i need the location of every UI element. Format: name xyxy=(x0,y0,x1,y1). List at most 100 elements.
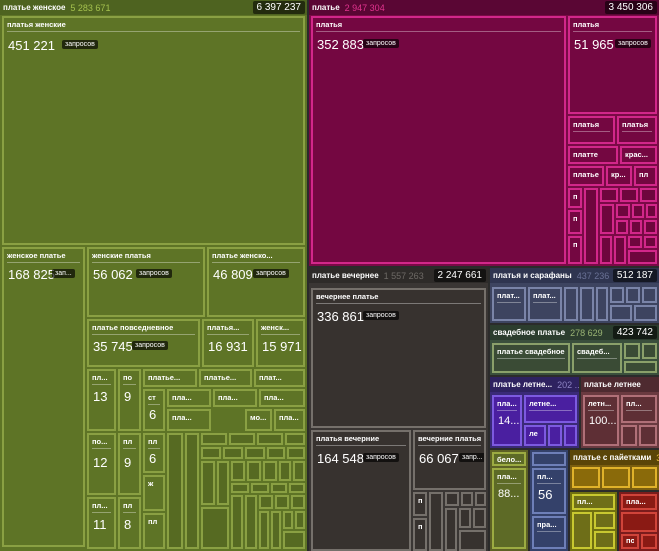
tile-cell[interactable] xyxy=(564,425,577,446)
tile-cell[interactable] xyxy=(459,508,471,528)
tile-cell[interactable] xyxy=(271,483,287,493)
tile-small[interactable]: летне... xyxy=(524,395,577,423)
tile-cell[interactable] xyxy=(620,188,638,202)
tile-small[interactable]: плат... xyxy=(492,287,526,321)
tile-small[interactable]: платье xyxy=(568,166,604,186)
tile-cell[interactable] xyxy=(275,495,289,509)
tile-cell[interactable] xyxy=(602,467,630,488)
tile-small[interactable]: платье... xyxy=(199,369,252,387)
tile-zhensk[interactable]: женск... 15 971 xyxy=(256,319,305,367)
tile-cell[interactable] xyxy=(642,287,657,303)
tile-cell[interactable] xyxy=(628,236,642,248)
tile-small[interactable]: по... 12 xyxy=(87,433,116,495)
tile-vechernie-platia[interactable]: вечерние платья 66 067 запр... xyxy=(413,430,486,490)
tile-platia-zhenskie[interactable]: платья женские 451 221 запросов xyxy=(2,16,305,245)
tile-small[interactable]: п xyxy=(568,210,582,234)
tile-cell[interactable] xyxy=(473,508,486,528)
tile-cell[interactable] xyxy=(572,467,600,488)
tile-small[interactable]: крас... xyxy=(620,146,657,164)
tile-cell[interactable] xyxy=(616,220,628,234)
tile-cell[interactable] xyxy=(257,433,283,445)
tile-cell[interactable] xyxy=(231,495,243,549)
tile-cell[interactable] xyxy=(459,530,486,551)
tile-cell[interactable] xyxy=(185,433,199,549)
tile-cell[interactable] xyxy=(632,204,644,218)
tile-cell[interactable] xyxy=(626,287,640,303)
tile-small[interactable]: ж xyxy=(143,475,165,511)
tile-cell[interactable] xyxy=(624,343,640,359)
tile-cell[interactable] xyxy=(445,508,457,551)
tile-small[interactable]: пл... xyxy=(572,494,615,510)
tile-cell[interactable] xyxy=(231,461,245,481)
tile-cell[interactable] xyxy=(639,425,657,446)
tile-small[interactable]: платте xyxy=(568,146,618,164)
tile-small[interactable]: по xyxy=(621,534,639,549)
tile-small[interactable]: п xyxy=(413,492,427,516)
tile-cell[interactable] xyxy=(279,461,291,481)
tile-cell[interactable] xyxy=(283,511,293,529)
tile-cell[interactable] xyxy=(229,433,255,445)
group-platie-zhenskoe[interactable]: платье женское 5 283 671 6 397 237 плать… xyxy=(0,0,307,551)
tile-cell[interactable] xyxy=(628,250,657,264)
tile-zhenskoe-platie[interactable]: женское платье 168 825 зап... xyxy=(2,247,85,547)
tile-zhenskie-platia[interactable]: женские платья 56 062 запросов xyxy=(87,247,205,317)
tile-cell[interactable] xyxy=(445,492,459,506)
tile-small[interactable]: плат... xyxy=(528,287,562,321)
tile-platie-svadebnoe[interactable]: платье свадебное xyxy=(492,343,570,373)
tile-small[interactable]: пла... 88... xyxy=(492,468,526,549)
tile-small[interactable]: п xyxy=(568,188,582,208)
tile-cell[interactable] xyxy=(644,220,657,234)
tile-cell[interactable] xyxy=(610,287,624,303)
tile-small[interactable]: платья xyxy=(568,116,615,144)
tile-cell[interactable] xyxy=(580,287,594,321)
tile-cell[interactable] xyxy=(564,287,578,321)
tile-small[interactable]: плат... xyxy=(254,369,305,387)
tile-cell[interactable] xyxy=(641,534,657,549)
tile-cell[interactable] xyxy=(572,512,592,549)
tile-platia-small[interactable]: платья... 16 931 xyxy=(202,319,254,367)
group-svadebnoe-platie[interactable]: свадебное платье 278 629 423 742 платье … xyxy=(490,325,659,375)
tile-cell[interactable] xyxy=(429,492,443,551)
tile-small[interactable]: пла... xyxy=(259,389,305,407)
tile-small[interactable]: пла... xyxy=(213,389,257,407)
tile-cell[interactable] xyxy=(614,236,626,264)
tile-cell[interactable] xyxy=(223,447,243,459)
tile-small[interactable]: пла... 14... xyxy=(492,395,522,446)
tile-small[interactable]: пла... xyxy=(621,494,657,510)
group-platie[interactable]: платье 2 947 304 3 450 306 платья 352 88… xyxy=(309,0,659,266)
tile-small[interactable]: пра... xyxy=(532,516,566,549)
tile-cell[interactable] xyxy=(532,452,566,466)
tile-cell[interactable] xyxy=(616,204,630,218)
tile-small[interactable]: пл 6 xyxy=(143,433,165,473)
tile-small[interactable]: кр... xyxy=(606,166,632,186)
tile-cell[interactable] xyxy=(295,511,305,529)
tile-small[interactable]: ле xyxy=(524,425,546,446)
tile-small[interactable]: пл... xyxy=(621,395,657,423)
tile-small[interactable]: летн... 100... xyxy=(583,395,619,446)
tile-cell[interactable] xyxy=(594,512,615,529)
tile-platia-2[interactable]: платья 51 965 запросов xyxy=(568,16,657,114)
tile-cell[interactable] xyxy=(167,433,183,549)
tile-small[interactable]: п xyxy=(568,236,582,264)
tile-cell[interactable] xyxy=(231,483,249,493)
tile-cell[interactable] xyxy=(217,461,229,505)
tile-cell[interactable] xyxy=(630,220,642,234)
group-red[interactable]: пла... по xyxy=(619,492,659,551)
tile-small[interactable]: пл 9 xyxy=(118,433,141,495)
tile-small[interactable]: п xyxy=(413,518,427,551)
tile-platia-vechernie[interactable]: платья вечерние 164 548 запросов xyxy=(311,430,411,551)
tile-small[interactable]: платье... xyxy=(143,369,197,387)
tile-cell[interactable] xyxy=(259,495,273,509)
tile-cell[interactable] xyxy=(634,305,657,321)
tile-cell[interactable] xyxy=(201,461,215,505)
tile-small[interactable]: пл 8 xyxy=(118,497,141,549)
tile-cell[interactable] xyxy=(267,447,285,459)
tile-cell[interactable] xyxy=(600,236,612,264)
group-belo[interactable]: бело... пла... 88... xyxy=(490,450,528,551)
tile-cell[interactable] xyxy=(291,495,305,509)
tile-small[interactable]: ст 6 xyxy=(143,389,165,431)
tile-cell[interactable] xyxy=(475,492,486,506)
tile-small[interactable]: платья xyxy=(617,116,657,144)
tile-small[interactable]: пл... 13 xyxy=(87,369,116,431)
tile-cell[interactable] xyxy=(259,511,269,549)
